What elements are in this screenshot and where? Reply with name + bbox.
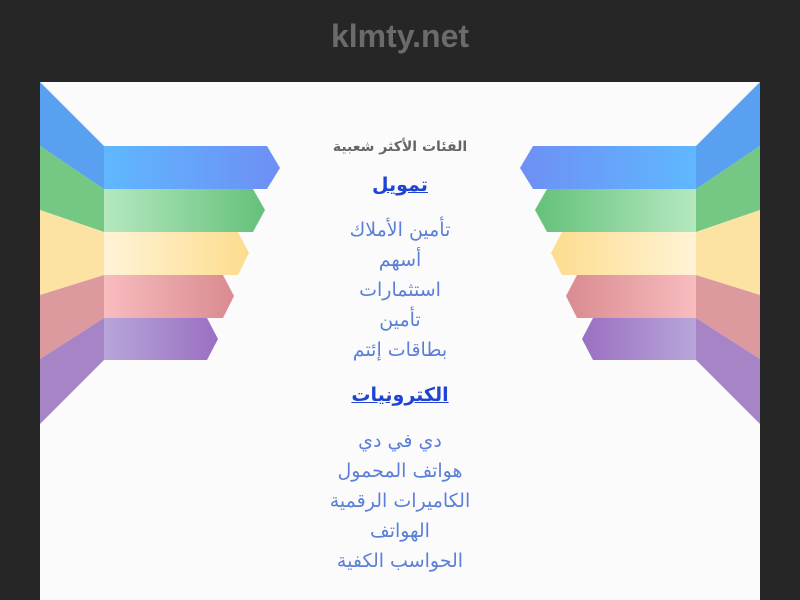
category-link[interactable]: الهواتف <box>200 520 600 542</box>
category-title-finance[interactable]: تمويل <box>200 174 600 196</box>
section-heading: الفئات الأكثر شعبية <box>332 139 468 155</box>
page-header: klmty.net <box>0 0 800 82</box>
category-link[interactable]: الكاميرات الرقمية <box>200 490 600 512</box>
category-link[interactable]: بطاقات إئتم <box>200 339 600 361</box>
category-link[interactable]: الحواسب الكفية <box>200 550 600 572</box>
content-panel: الفئات الأكثر شعبية تمويل تأمين الأملاك … <box>40 82 760 600</box>
category-link[interactable]: دي في دي <box>200 430 600 452</box>
category-link[interactable]: هواتف المحمول <box>200 460 600 482</box>
category-title-electronics[interactable]: الكترونيات <box>200 384 600 406</box>
category-link[interactable]: تأمين الأملاك <box>200 219 600 241</box>
category-link[interactable]: أسهم <box>200 249 600 271</box>
category-link[interactable]: استثمارات <box>200 279 600 301</box>
category-link[interactable]: تأمين <box>200 309 600 331</box>
site-title[interactable]: klmty.net <box>0 18 800 55</box>
